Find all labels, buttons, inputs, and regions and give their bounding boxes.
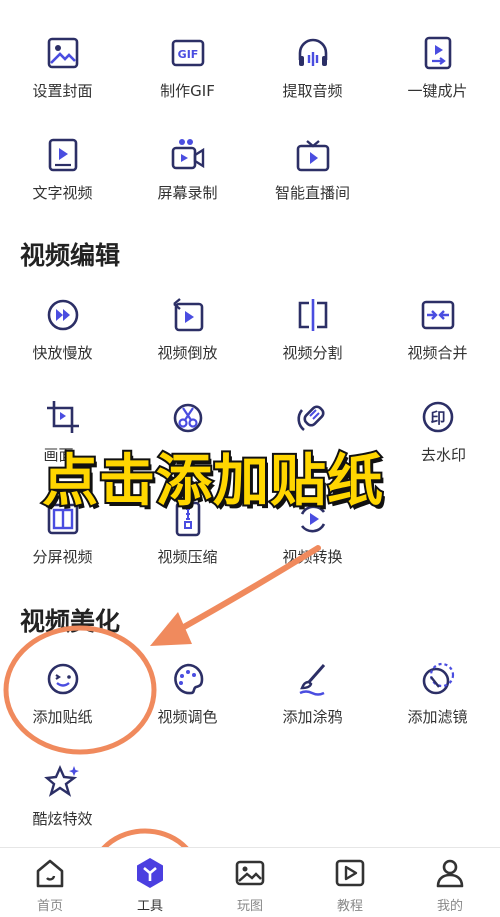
tab-home[interactable]: 首页 bbox=[0, 848, 100, 917]
tab-label: 首页 bbox=[36, 899, 63, 914]
picture-icon bbox=[233, 856, 267, 890]
cut-icon bbox=[169, 398, 207, 436]
tool-text-video[interactable]: 文字视频 bbox=[0, 136, 125, 236]
tab-label: 我的 bbox=[436, 899, 463, 914]
user-icon bbox=[433, 856, 467, 890]
tab-mine[interactable]: 我的 bbox=[400, 848, 500, 917]
tool-label: 视频压缩 bbox=[157, 548, 218, 566]
svg-text:GIF: GIF bbox=[178, 48, 199, 61]
tool-label: 快放慢放 bbox=[32, 344, 93, 362]
reverse-icon bbox=[169, 296, 207, 334]
tab-play-image[interactable]: 玩图 bbox=[200, 848, 300, 917]
bottom-tab-bar: 首页 工具 玩图 教程 我的 bbox=[0, 847, 500, 917]
tab-tools[interactable]: 工具 bbox=[100, 848, 200, 917]
tools-icon bbox=[133, 856, 167, 890]
tool-label: 文字视频 bbox=[32, 184, 93, 202]
tool-extract-audio[interactable]: 提取音频 bbox=[250, 34, 375, 134]
tool-label: 智能直播间 bbox=[274, 184, 350, 202]
tool-add-filter[interactable]: 添加滤镜 bbox=[375, 660, 500, 760]
tool-label: 视频调色 bbox=[157, 708, 218, 726]
tool-label: 视频转换 bbox=[282, 548, 343, 566]
tool-label: 一键成片 bbox=[407, 82, 468, 100]
headphones-icon bbox=[294, 34, 332, 72]
tool-label: 分屏视频 bbox=[32, 548, 93, 566]
merge-icon bbox=[419, 296, 457, 334]
tool-reverse[interactable]: 视频倒放 bbox=[125, 296, 250, 396]
fast-forward-icon bbox=[44, 296, 82, 334]
brush-icon bbox=[294, 660, 332, 698]
split-icon bbox=[294, 296, 332, 334]
tool-one-click-video[interactable]: 一键成片 bbox=[375, 34, 500, 134]
tool-label: 设置封面 bbox=[32, 82, 93, 100]
tool-label: 添加涂鸦 bbox=[282, 708, 343, 726]
tool-split[interactable]: 视频分割 bbox=[250, 296, 375, 396]
tool-remove-watermark[interactable]: 印 去水印 bbox=[375, 398, 500, 498]
one-click-video-icon bbox=[419, 34, 457, 72]
screen-record-icon bbox=[169, 136, 207, 174]
tool-speed[interactable]: 快放慢放 bbox=[0, 296, 125, 396]
tab-tutorial[interactable]: 教程 bbox=[300, 848, 400, 917]
tool-label: 去水印 bbox=[420, 446, 466, 464]
tv-icon bbox=[294, 136, 332, 174]
crop-icon bbox=[44, 398, 82, 436]
tool-label: 视频倒放 bbox=[157, 344, 218, 362]
home-icon bbox=[33, 856, 67, 890]
tab-label: 教程 bbox=[336, 899, 363, 914]
tool-make-gif[interactable]: GIF 制作GIF bbox=[125, 34, 250, 134]
tool-label: 提取音频 bbox=[282, 82, 343, 100]
tool-label: 添加滤镜 bbox=[407, 708, 468, 726]
image-icon bbox=[44, 34, 82, 72]
section-title-video-beauty: 视频美化 bbox=[20, 607, 121, 636]
tool-screen-record[interactable]: 屏幕录制 bbox=[125, 136, 250, 236]
sparkle-icon bbox=[44, 762, 82, 800]
filter-icon bbox=[419, 660, 457, 698]
overlay-caption: 点击添加贴纸 bbox=[40, 447, 385, 516]
tool-add-sticker[interactable]: 添加贴纸 bbox=[0, 660, 125, 760]
play-icon bbox=[333, 856, 367, 890]
tab-label: 工具 bbox=[136, 899, 163, 914]
tool-label: 屏幕录制 bbox=[157, 184, 218, 202]
tool-set-cover[interactable]: 设置封面 bbox=[0, 34, 125, 134]
text-video-icon bbox=[44, 136, 82, 174]
tab-label: 玩图 bbox=[236, 899, 263, 914]
watermark-icon: 印 bbox=[419, 398, 457, 436]
palette-icon bbox=[169, 660, 207, 698]
tool-merge[interactable]: 视频合并 bbox=[375, 296, 500, 396]
tool-label: 酷炫特效 bbox=[32, 810, 93, 828]
tool-color-grade[interactable]: 视频调色 bbox=[125, 660, 250, 760]
annotation-arrow-head bbox=[150, 612, 192, 646]
tool-label: 视频合并 bbox=[407, 344, 468, 362]
tool-label: 添加贴纸 bbox=[32, 708, 93, 726]
tool-label: 制作GIF bbox=[160, 82, 215, 100]
section-title-video-edit: 视频编辑 bbox=[20, 241, 121, 270]
tool-live-room[interactable]: 智能直播间 bbox=[250, 136, 375, 236]
gif-icon: GIF bbox=[169, 34, 207, 72]
tool-label: 视频分割 bbox=[282, 344, 343, 362]
tool-add-doodle[interactable]: 添加涂鸦 bbox=[250, 660, 375, 760]
sticker-icon bbox=[44, 660, 82, 698]
eraser-icon bbox=[294, 398, 332, 436]
svg-text:印: 印 bbox=[430, 409, 445, 427]
